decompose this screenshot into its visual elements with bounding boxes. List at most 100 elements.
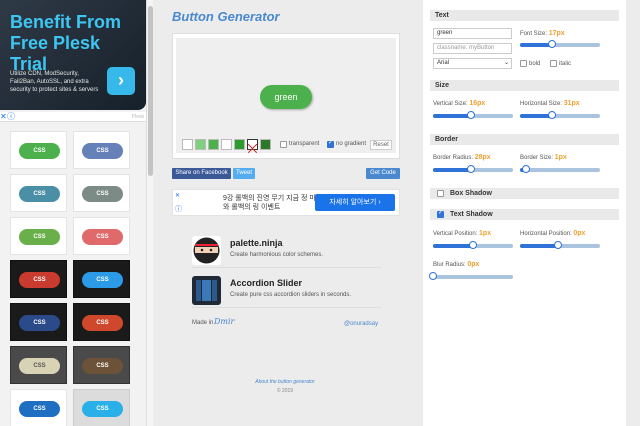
vertical-position-slider[interactable] — [433, 241, 513, 251]
gallery-tile[interactable]: CSS — [10, 346, 67, 384]
gallery-button[interactable]: CSS — [82, 358, 123, 374]
promo-description: Create pure css accordion sliders in sec… — [230, 292, 352, 298]
box-shadow-checkbox[interactable] — [437, 190, 444, 197]
scrollbar-thumb[interactable] — [148, 6, 153, 176]
promo-item-accordion-slider[interactable]: Accordion Slider Create pure css accordi… — [192, 274, 382, 308]
border-size-label: Border Size: 1px — [520, 154, 567, 161]
ad-source: Plesk — [131, 114, 144, 120]
text-input[interactable]: green — [433, 28, 512, 39]
plesk-ad[interactable]: Benefit From Free Plesk Trial Utilize CD… — [0, 0, 146, 110]
vertical-size-slider[interactable] — [433, 111, 513, 121]
gallery-button[interactable]: CSS — [19, 358, 60, 374]
font-select[interactable]: Arial ⌄ — [433, 58, 512, 69]
blur-radius-label: Blur Radius: 0px — [433, 261, 480, 268]
color-swatch[interactable] — [260, 139, 271, 150]
about-link[interactable]: About the button generator — [155, 379, 415, 385]
horizontal-position-slider[interactable] — [520, 241, 600, 251]
color-swatch[interactable] — [208, 139, 219, 150]
color-swatch[interactable] — [234, 139, 245, 150]
horizontal-size-label: Horizontal Size: 31px — [520, 100, 580, 107]
right-gutter — [626, 0, 640, 426]
get-code-button[interactable]: Get Code — [366, 168, 400, 179]
horizontal-size-slider[interactable] — [520, 111, 600, 121]
font-select-value: Arial — [437, 60, 450, 66]
promo-title[interactable]: Accordion Slider — [230, 278, 302, 288]
no-gradient-label: no gradient — [336, 141, 367, 147]
tweet-button[interactable]: Tweet — [233, 168, 255, 179]
preview-canvas: green transparent no gradient Reset — [176, 38, 396, 154]
gallery-button[interactable]: CSS — [82, 272, 123, 288]
gallery-tile[interactable]: CSS — [73, 174, 130, 212]
blur-radius-slider[interactable] — [429, 272, 513, 282]
promo-description: Create harmonious color schemes. — [230, 252, 324, 258]
border-radius-slider[interactable] — [433, 165, 513, 175]
gallery-button[interactable]: CSS — [19, 401, 60, 417]
page-title: Button Generator — [172, 9, 280, 24]
color-swatch[interactable] — [195, 139, 206, 150]
border-size-slider[interactable] — [520, 165, 600, 175]
vertical-size-label: Vertical Size: 16px — [433, 100, 486, 107]
bold-checkbox[interactable] — [520, 60, 527, 67]
section-text-header: Text — [430, 10, 619, 21]
close-icon[interactable]: ✕ — [175, 192, 180, 199]
gallery-button[interactable]: CSS — [82, 315, 123, 331]
gallery-tile[interactable]: CSS — [10, 260, 67, 298]
color-swatch[interactable] — [221, 139, 232, 150]
gallery-button[interactable]: CSS — [19, 143, 60, 159]
gallery-tile[interactable]: CSS — [73, 217, 130, 255]
ad-title[interactable]: Benefit From Free Plesk Trial — [10, 12, 142, 75]
banner-ad-text[interactable]: 9강 롤백의 진영 무기 지금 정 마기와 롤백의 링 이벤트 — [223, 194, 328, 212]
info-icon[interactable]: ⓘ — [175, 204, 182, 214]
gallery-tile[interactable]: CSS — [10, 131, 67, 169]
promo-title[interactable]: palette.ninja — [230, 238, 283, 248]
gallery-tile[interactable]: CSS — [73, 260, 130, 298]
gallery-button[interactable]: CSS — [82, 401, 123, 417]
ad-arrow-icon[interactable]: › — [107, 67, 135, 95]
gallery-button[interactable]: CSS — [82, 229, 123, 245]
font-size-slider[interactable] — [520, 40, 600, 50]
classname-input[interactable]: classname: myButton — [433, 43, 512, 54]
no-gradient-checkbox[interactable] — [327, 139, 334, 148]
gallery-tile[interactable]: CSS — [73, 131, 130, 169]
ad-description: Utilize CDN, ModSecurity, Fail2Ban, Auto… — [10, 71, 99, 93]
reset-button[interactable]: Reset — [370, 140, 392, 150]
promo-item-palette-ninja[interactable]: palette.ninja Create harmonious color sc… — [192, 234, 382, 268]
section-border-header: Border — [430, 134, 619, 145]
text-shadow-checkbox[interactable] — [437, 209, 444, 218]
preview-button[interactable]: green — [260, 85, 312, 109]
gallery-button[interactable]: CSS — [19, 229, 60, 245]
section-text-shadow-header[interactable]: Text Shadow — [430, 209, 619, 220]
gallery-button[interactable]: CSS — [19, 315, 60, 331]
section-box-shadow-header[interactable]: Box Shadow — [430, 188, 619, 199]
gallery-tile[interactable]: CSS — [10, 389, 67, 426]
made-in-logo[interactable]: Dmir — [214, 317, 234, 326]
settings-panel: Text green classname: myButton Arial ⌄ Fo… — [423, 0, 626, 426]
gallery-tile[interactable]: CSS — [73, 389, 130, 426]
gallery-tile[interactable]: CSS — [73, 346, 130, 384]
promo-section: palette.ninja Create harmonious color sc… — [172, 226, 400, 338]
gallery-button[interactable]: CSS — [82, 186, 123, 202]
copyright: © 2019 — [276, 388, 294, 394]
gallery-tile[interactable]: CSS — [10, 217, 67, 255]
banner-ad-button[interactable]: 자세히 알아보기 › — [315, 194, 395, 211]
close-icon[interactable]: ✕ — [0, 112, 7, 122]
gallery-tile[interactable]: CSS — [73, 303, 130, 341]
share-bar: Share on Facebook Tweet Get Code — [172, 168, 400, 179]
info-icon[interactable]: ⓘ — [7, 112, 15, 122]
gallery-button[interactable]: CSS — [19, 272, 60, 288]
color-swatch[interactable] — [182, 139, 193, 150]
transparent-checkbox[interactable] — [280, 141, 287, 148]
gallery-tile[interactable]: CSS — [10, 174, 67, 212]
gallery-button[interactable]: CSS — [82, 143, 123, 159]
banner-ad[interactable]: ✕ ⓘ 9강 롤백의 진영 무기 지금 정 마기와 롤백의 링 이벤트 자세히 … — [172, 189, 400, 216]
share-facebook-button[interactable]: Share on Facebook — [172, 168, 231, 179]
italic-checkbox[interactable] — [550, 60, 557, 67]
author-link[interactable]: @onuradsay — [344, 321, 378, 327]
preview-panel: green transparent no gradient Reset — [172, 33, 400, 159]
left-column: Benefit From Free Plesk Trial Utilize CD… — [0, 0, 153, 426]
left-scrollbar[interactable] — [146, 0, 153, 426]
ninja-icon — [192, 236, 221, 265]
no-color-swatch[interactable] — [247, 139, 258, 154]
gallery-button[interactable]: CSS — [19, 186, 60, 202]
gallery-tile[interactable]: CSS — [10, 303, 67, 341]
